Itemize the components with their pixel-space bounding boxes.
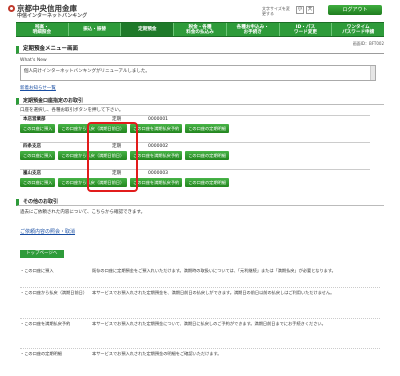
deposit-button[interactable]: この口座に預入 (20, 124, 56, 133)
deposit-statement-button[interactable]: この口座の定期明細 (185, 178, 229, 187)
whats-new-message: 個人向けインターネットバンキングがリニューアルしました。 (24, 69, 150, 74)
help-definition: 本サービスでお預入れされた定期預金について、満期日に払戻しのご予約ができます。満… (92, 321, 326, 326)
highlight-frame (87, 122, 138, 192)
whats-new-label: What's New (20, 58, 47, 63)
whats-new-scrollbar[interactable] (370, 66, 375, 80)
account-branch: 嵐山支店 (23, 171, 41, 176)
nav-item-time-deposit[interactable]: 定期預金 (121, 23, 175, 36)
request-inquiry-link[interactable]: ご依頼内容の照会・取消 (20, 228, 75, 235)
help-term: ・この口座から払戻（満期日前日） (20, 290, 88, 295)
nav-item-tax-payment[interactable]: 税金・各種 料金の払込み (174, 23, 227, 36)
account-header: 本店営業部 定期 0000001 (20, 115, 370, 123)
account-header: 嵐山支店 定期 0000003 (20, 169, 370, 177)
nav-item-password-change[interactable]: ID・パス ワード変更 (280, 23, 333, 36)
deposit-statement-button[interactable]: この口座の定期明細 (185, 124, 229, 133)
help-definition: 本サービスでお預入れされた定期預金の明細をご確認いただけます。 (92, 351, 222, 356)
deposit-statement-button[interactable]: この口座の定期明細 (185, 151, 229, 160)
account-header: 四条支店 定期 0000002 (20, 142, 370, 150)
font-size-small-button[interactable]: 小 (296, 6, 304, 14)
help-term: ・この口座の定期明細 (20, 351, 62, 356)
account-number: 0000003 (148, 171, 169, 176)
page-title: 定期預金メニュー画面 (16, 46, 384, 54)
news-list-link[interactable]: 新着お知らせ一覧 (20, 85, 56, 91)
help-definition: 既存の口座に定期預金をご預入れいただけます。満期時の取扱いについては、「元利継続… (92, 268, 336, 273)
account-number: 0000001 (148, 117, 169, 122)
account-row: 四条支店 定期 0000002 この口座に預入 この口座から払戻（満期日前日） … (20, 142, 370, 164)
deposit-button[interactable]: この口座に預入 (20, 151, 56, 160)
help-term: ・この口座に預入 (20, 268, 54, 273)
deposit-button[interactable]: この口座に預入 (20, 178, 56, 187)
nav-item-onetime-password[interactable]: ワンタイム パスワード申請 (332, 23, 384, 36)
whats-new-box: 個人向けインターネットバンキングがリニューアルしました。 (20, 65, 376, 81)
account-row: 嵐山支店 定期 0000003 この口座に預入 この口座から払戻（満期日前日） … (20, 169, 370, 191)
header: 京都中央信用金庫 中信インターネットバンキング 文字サイズを変更する 小 大 ロ… (0, 0, 400, 22)
nav-item-transfer[interactable]: 振込・振替 (69, 23, 122, 36)
deposit-section-desc: 口座を選択し、各種お取引ボタンを押して下さい。 (20, 108, 124, 113)
account-number: 0000002 (148, 144, 169, 149)
font-size-large-button[interactable]: 大 (306, 6, 314, 14)
help-term: ・この口座を満期払戻予約 (20, 321, 71, 326)
other-section-desc: 過去にご依頼された内容について、こちらから確認できます。 (20, 210, 146, 215)
nav-item-applications[interactable]: 各種お申込み・ お手続き (227, 23, 280, 36)
bank-logo-icon (8, 5, 15, 12)
account-row: 本店営業部 定期 0000001 この口座に預入 この口座から払戻（満期日前日）… (20, 115, 370, 137)
bank-subtitle: 中信インターネットバンキング (17, 13, 88, 19)
divider (20, 348, 380, 349)
divider (20, 318, 380, 319)
deposit-section-title: 定期預金口座指定のお取引 (16, 98, 384, 105)
divider (20, 287, 380, 288)
global-nav: 残高・ 明細照会 振込・振替 定期預金 税金・各種 料金の払込み 各種お申込み・… (16, 22, 384, 37)
account-branch: 四条支店 (23, 144, 41, 149)
top-page-button[interactable]: トップページへ (20, 250, 64, 258)
font-size-label: 文字サイズを変更する (262, 6, 290, 16)
nav-item-balance[interactable]: 残高・ 明細照会 (16, 23, 69, 36)
other-section-title: その他のお取引 (16, 199, 384, 206)
help-definition: 本サービスでお預入れされた定期預金を、満期日前日の払戻しができます。満期日の前日… (92, 290, 335, 295)
logout-button[interactable]: ログアウト (328, 5, 382, 15)
account-branch: 本店営業部 (23, 117, 46, 122)
